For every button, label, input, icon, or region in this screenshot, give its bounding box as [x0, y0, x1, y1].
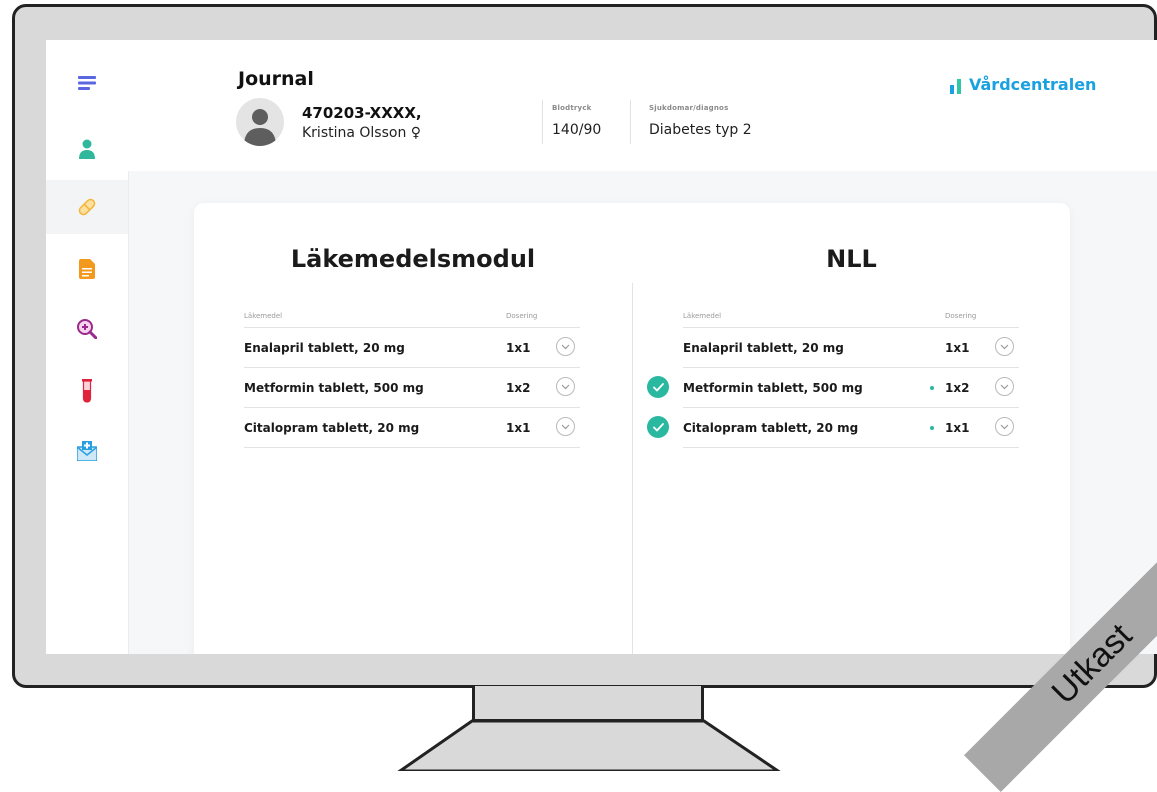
panel-title: NLL	[826, 245, 877, 273]
menu-icon	[78, 76, 96, 90]
monitor-neck	[472, 686, 704, 722]
changed-indicator-dot	[930, 386, 934, 390]
sidebar-item-patient[interactable]	[46, 122, 128, 176]
magnifier-icon	[77, 319, 97, 339]
column-header-drug: Läkemedel	[683, 312, 722, 320]
table-row[interactable]: Metformin tablett, 500 mg 1x2	[647, 368, 1019, 408]
column-header-dose: Dosering	[945, 312, 977, 320]
drug-name: Enalapril tablett, 20 mg	[683, 341, 844, 355]
drug-dose: 1x1	[506, 421, 531, 435]
chevron-down-icon[interactable]	[995, 337, 1014, 356]
medication-comparison-card: Läkemedelsmodul Läkemedel Dosering Enala…	[194, 203, 1070, 654]
person-silhouette-icon	[244, 109, 276, 146]
drug-dose: 1x2	[945, 381, 970, 395]
header-divider	[630, 100, 631, 144]
chevron-down-icon[interactable]	[556, 377, 575, 396]
medication-table: Läkemedel Dosering Enalapril tablett, 20…	[244, 307, 580, 448]
drug-name: Citalopram tablett, 20 mg	[244, 421, 420, 435]
patient-id: 470203-XXXX,	[302, 104, 422, 122]
table-row[interactable]: Enalapril tablett, 20 mg 1x1	[244, 328, 580, 368]
test-tube-icon	[82, 379, 92, 403]
drug-dose: 1x2	[506, 381, 531, 395]
column-header-dose: Dosering	[506, 312, 538, 320]
sidebar	[46, 40, 128, 654]
chevron-down-icon[interactable]	[556, 417, 575, 436]
drug-dose: 1x1	[945, 421, 970, 435]
sidebar-item-menu[interactable]	[46, 56, 128, 110]
document-icon	[79, 259, 95, 279]
page-title: Journal	[238, 68, 314, 90]
table-header: Läkemedel Dosering	[683, 307, 1019, 328]
header-divider	[542, 100, 543, 144]
drug-name: Metformin tablett, 500 mg	[683, 381, 863, 395]
sidebar-item-medication[interactable]	[46, 180, 128, 234]
blood-pressure-value: 140/90	[552, 122, 602, 138]
blood-pressure-label: Blodtryck	[552, 104, 592, 112]
sidebar-item-search[interactable]	[46, 302, 128, 356]
column-header-drug: Läkemedel	[244, 312, 283, 320]
app-screen: Journal 470203-XXXX, Kristina Olsson ♀ B…	[46, 40, 1157, 654]
diagnosis-label: Sjukdomar/diagnos	[649, 104, 729, 112]
mail-icon	[77, 441, 97, 461]
patient-header: Journal 470203-XXXX, Kristina Olsson ♀ B…	[128, 40, 1157, 171]
drug-dose: 1x1	[945, 341, 970, 355]
check-circle-icon[interactable]	[647, 376, 669, 398]
sidebar-item-lab[interactable]	[46, 364, 128, 418]
brand-mark-icon	[950, 76, 961, 94]
table-row[interactable]: Enalapril tablett, 20 mg 1x1	[683, 328, 1019, 368]
brand-name: Vårdcentralen	[969, 75, 1097, 94]
check-circle-icon[interactable]	[647, 416, 669, 438]
table-row[interactable]: Citalopram tablett, 20 mg 1x1	[244, 408, 580, 448]
chevron-down-icon[interactable]	[995, 417, 1014, 436]
table-header: Läkemedel Dosering	[244, 307, 580, 328]
medication-table: Läkemedel Dosering Enalapril tablett, 20…	[647, 307, 1019, 448]
drug-name: Enalapril tablett, 20 mg	[244, 341, 405, 355]
patient-name: Kristina Olsson ♀	[302, 125, 422, 141]
drug-name: Citalopram tablett, 20 mg	[683, 421, 859, 435]
changed-indicator-dot	[930, 426, 934, 430]
diagnosis-value: Diabetes typ 2	[649, 122, 752, 138]
brand-logo[interactable]: Vårdcentralen	[950, 75, 1096, 94]
chevron-down-icon[interactable]	[995, 377, 1014, 396]
nll-panel: NLL Läkemedel Dosering Enalapril tablett…	[633, 203, 1070, 654]
drug-dose: 1x1	[506, 341, 531, 355]
pill-icon	[78, 198, 96, 216]
panel-title: Läkemedelsmodul	[290, 245, 536, 273]
sidebar-item-documents[interactable]	[46, 242, 128, 296]
person-icon	[79, 139, 95, 159]
avatar	[236, 98, 284, 146]
drug-name: Metformin tablett, 500 mg	[244, 381, 424, 395]
table-row[interactable]: Citalopram tablett, 20 mg 1x1	[647, 408, 1019, 448]
table-row[interactable]: Metformin tablett, 500 mg 1x2	[244, 368, 580, 408]
chevron-down-icon[interactable]	[556, 337, 575, 356]
lakemedelsmodul-panel: Läkemedelsmodul Läkemedel Dosering Enala…	[194, 203, 632, 654]
sidebar-item-messages[interactable]	[46, 424, 128, 478]
